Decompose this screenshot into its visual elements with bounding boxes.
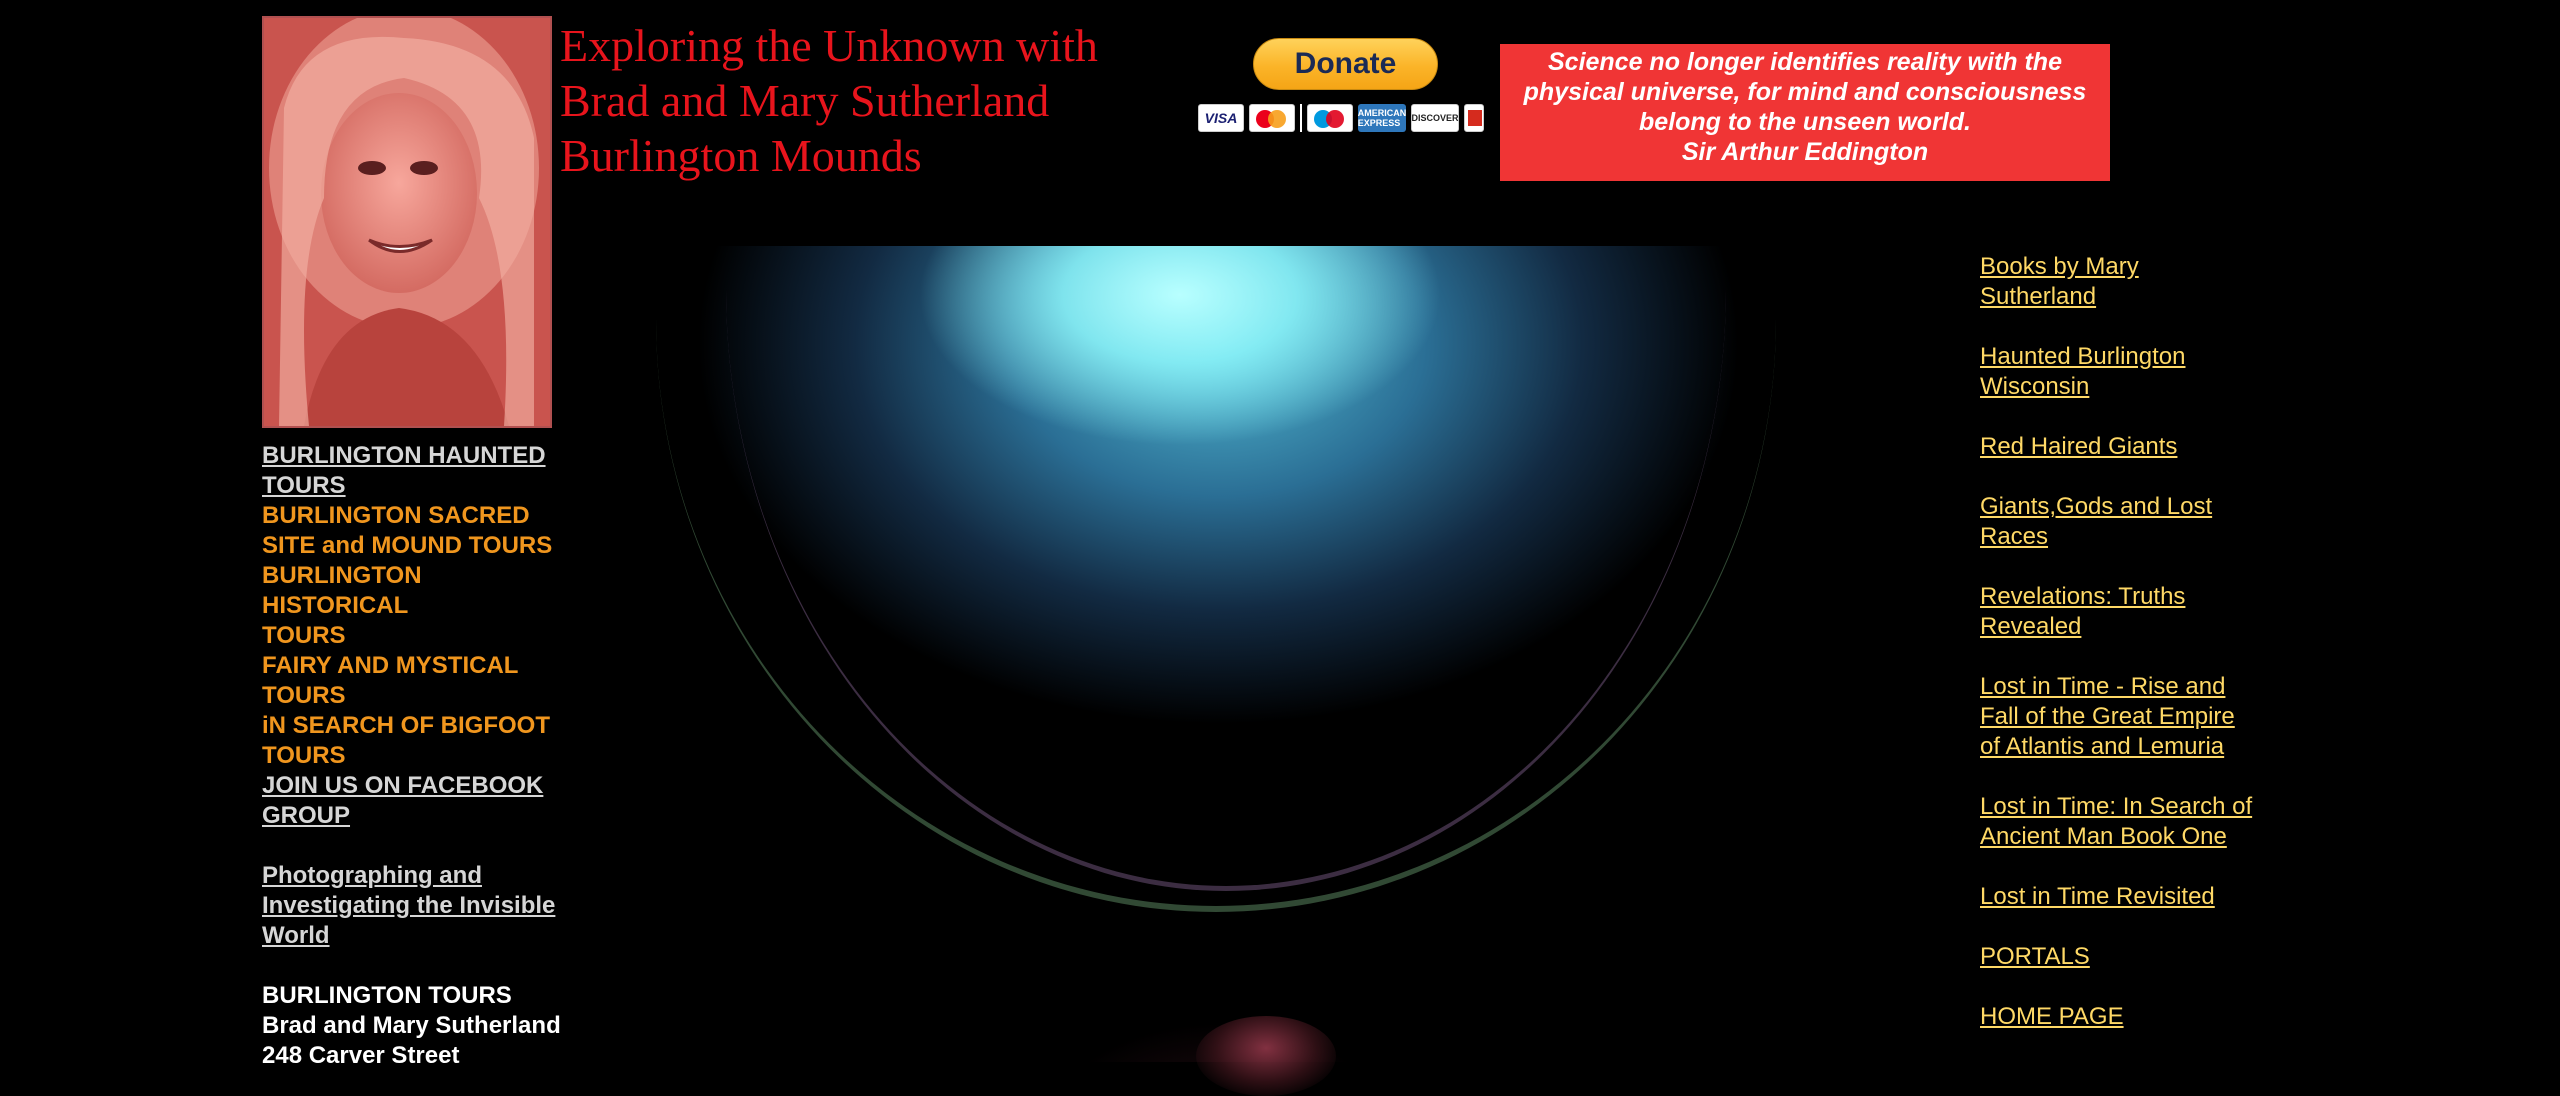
nav-link-bigfoot-tours[interactable]: iN SEARCH OF BIGFOOT TOURS (262, 711, 562, 771)
link-books-by-mary[interactable]: Books by Mary Sutherland (1980, 252, 2160, 312)
address-owners: Brad and Mary Sutherland (262, 1012, 561, 1039)
nav-link-fairy-tours[interactable]: FAIRY AND MYSTICAL TOURS (262, 651, 542, 711)
nav-link-sacred-site-tours[interactable]: BURLINGTON SACRED SITE and MOUND TOURS (262, 501, 582, 561)
portrait-photo (262, 16, 552, 428)
address-name: BURLINGTON TOURS (262, 982, 512, 1009)
photo-orb (1196, 1016, 1336, 1096)
nav-link-invisible-world[interactable]: Photographing and Investigating the Invi… (262, 861, 582, 951)
link-haunted-burlington[interactable]: Haunted Burlington Wisconsin (1980, 342, 2200, 402)
nav-link-historical-tours[interactable]: BURLINGTON HISTORICAL TOURS (262, 561, 432, 651)
link-portals[interactable]: PORTALS (1980, 942, 2300, 972)
orb-photo (576, 246, 1861, 1096)
link-giants-gods[interactable]: Giants,Gods and Lost Races (1980, 492, 2230, 552)
right-nav: Books by Mary Sutherland Haunted Burling… (1980, 252, 2300, 1062)
left-nav: BURLINGTON HAUNTED TOURS BURLINGTON SACR… (262, 441, 582, 1071)
nav-link-facebook-group[interactable]: JOIN US ON FACEBOOK GROUP (262, 771, 562, 831)
link-revelations[interactable]: Revelations: Truths Revealed (1980, 582, 2200, 642)
link-home-page[interactable]: HOME PAGE (1980, 1002, 2300, 1032)
portrait-image (264, 18, 550, 426)
nav-link-haunted-tours[interactable]: BURLINGTON HAUNTED TOURS (262, 441, 582, 501)
link-lost-in-time-atlantis[interactable]: Lost in Time - Rise and Fall of the Grea… (1980, 672, 2250, 762)
address-street: 248 Carver Street (262, 1042, 460, 1069)
link-lost-in-time-ancient-man[interactable]: Lost in Time: In Search of Ancient Man B… (1980, 792, 2270, 852)
link-red-haired-giants[interactable]: Red Haired Giants (1980, 432, 2300, 462)
link-lost-in-time-revisited[interactable]: Lost in Time Revisited (1980, 882, 2300, 912)
